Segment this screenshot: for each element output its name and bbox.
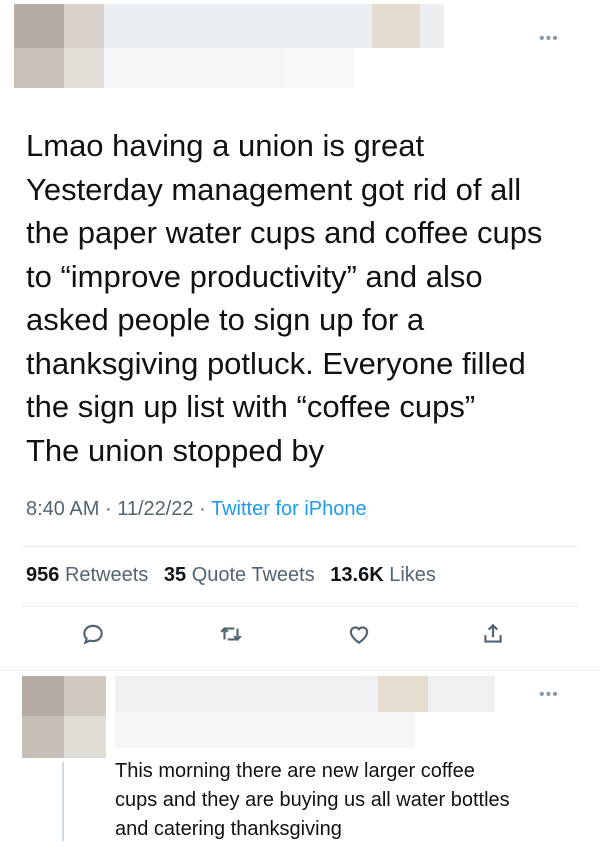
- likes-label: Likes: [389, 564, 436, 586]
- tweet-text-line: the sign up list with “coffee cups”: [26, 389, 476, 424]
- tweet-text-line: thanksgiving potluck. Everyone filled: [26, 345, 526, 381]
- reply-button[interactable]: [80, 621, 114, 655]
- retweet-button[interactable]: [218, 621, 252, 655]
- retweet-icon: [220, 627, 242, 641]
- tweet-text-line: to “improve productivity” and also: [26, 258, 483, 294]
- meta-separator: ·: [104, 498, 112, 520]
- divider: [0, 670, 600, 671]
- tweet-text-line: The union stopped by: [26, 432, 325, 468]
- reply-text-line: and catering thanksgiving: [115, 818, 342, 840]
- like-icon: [349, 626, 369, 644]
- thread-connector-line: [62, 762, 64, 841]
- divider: [22, 546, 578, 547]
- tweet-text-line: asked people to sign up for a: [26, 302, 425, 337]
- like-button[interactable]: [346, 621, 380, 655]
- tweet-text-line: Lmao having a union is great: [26, 128, 425, 163]
- quotes-label: Quote Tweets: [191, 564, 315, 586]
- divider: [22, 606, 578, 607]
- tweet-text: Lmao having a union is great Yesterday m…: [26, 124, 586, 472]
- tweet-source-link[interactable]: Twitter for iPhone: [211, 498, 367, 520]
- reply-more-options-icon[interactable]: •••: [539, 686, 559, 704]
- share-icon: [484, 623, 502, 643]
- reply-name-blur-block: [378, 676, 428, 712]
- avatar-blur-block: [14, 48, 64, 88]
- more-options-icon[interactable]: •••: [539, 30, 559, 48]
- author-handle-blur-block: [282, 48, 354, 88]
- avatar-blur-block: [64, 48, 104, 88]
- tweet-time[interactable]: 8:40 AM: [26, 498, 99, 520]
- tweet-date[interactable]: 11/22/22: [117, 498, 193, 520]
- reply-avatar-blur-block: [22, 716, 64, 758]
- retweets-count: 956: [26, 564, 60, 586]
- tweet-text-line: the paper water cups and coffee cups: [26, 215, 543, 250]
- tweet-text-line: Yesterday management got rid of all: [26, 171, 522, 207]
- reply-text-line: cups and they are buying us all water bo…: [115, 789, 510, 811]
- retweets-stat[interactable]: 956 Retweets: [26, 564, 148, 586]
- tweet-meta: 8:40 AM · 11/22/22 · Twitter for iPhone: [26, 498, 367, 521]
- avatar[interactable]: [14, 4, 64, 48]
- likes-count: 13.6K: [330, 564, 384, 586]
- likes-stat[interactable]: 13.6K Likes: [330, 564, 436, 586]
- reply-text-line: This morning there are new larger coffee: [115, 760, 475, 782]
- quotes-stat[interactable]: 35 Quote Tweets: [164, 564, 315, 586]
- reply-avatar[interactable]: [22, 676, 64, 716]
- meta-separator: ·: [199, 498, 206, 520]
- tweet-stats: 956 Retweets 35 Quote Tweets 13.6K Likes: [26, 564, 436, 587]
- reply-avatar-blur-block: [64, 676, 106, 716]
- reply-name-blurred[interactable]: [115, 676, 495, 712]
- author-name-blur-block: [372, 4, 420, 48]
- reply-handle-blurred[interactable]: [115, 712, 415, 748]
- avatar-blur-block: [64, 4, 104, 48]
- share-button[interactable]: [480, 621, 514, 655]
- reply-avatar-blur-block: [64, 716, 106, 758]
- retweets-label: Retweets: [64, 564, 149, 586]
- reply-icon: [83, 624, 103, 645]
- reply-text: This morning there are new larger coffee…: [115, 757, 585, 844]
- quotes-count: 35: [163, 564, 187, 586]
